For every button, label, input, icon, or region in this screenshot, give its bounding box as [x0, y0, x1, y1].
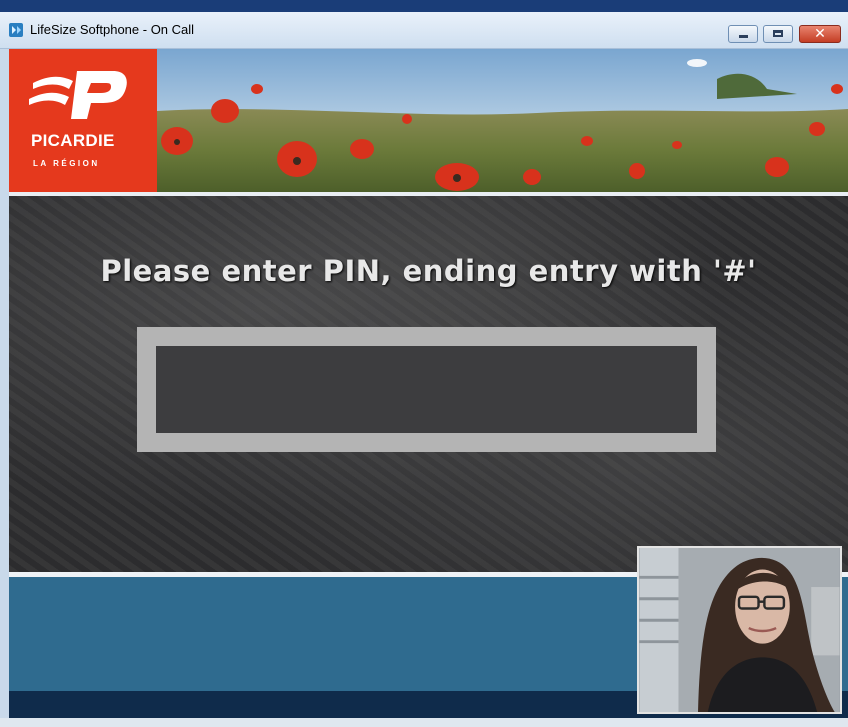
- window-top-band: [0, 0, 848, 12]
- conference-banner: PICARDIE LA RÉGION: [9, 49, 848, 192]
- close-button[interactable]: ✕: [799, 25, 841, 43]
- pin-prompt: Please enter PIN, ending entry with '#': [100, 254, 757, 288]
- picardie-logo-icon: [29, 71, 127, 119]
- pin-input-box[interactable]: [137, 327, 716, 452]
- close-icon: ✕: [814, 26, 826, 42]
- minimize-button[interactable]: [728, 25, 758, 43]
- picardie-logo: PICARDIE LA RÉGION: [9, 49, 157, 192]
- softphone-window: LifeSize Softphone - On Call ✕ PICARDIE …: [0, 0, 848, 727]
- maximize-button[interactable]: [763, 25, 793, 43]
- logo-subtitle: LA RÉGION: [33, 159, 100, 168]
- poppy-field-image: [157, 49, 848, 192]
- lifesize-app-icon: [9, 23, 23, 37]
- logo-name: PICARDIE: [31, 131, 115, 150]
- maximize-icon: [773, 30, 783, 37]
- window-title: LifeSize Softphone - On Call: [30, 22, 195, 37]
- pin-entry-screen: Please enter PIN, ending entry with '#': [9, 196, 848, 572]
- self-view-video[interactable]: [637, 546, 842, 714]
- window-bottom-edge: [0, 718, 848, 727]
- minimize-icon: [739, 35, 748, 38]
